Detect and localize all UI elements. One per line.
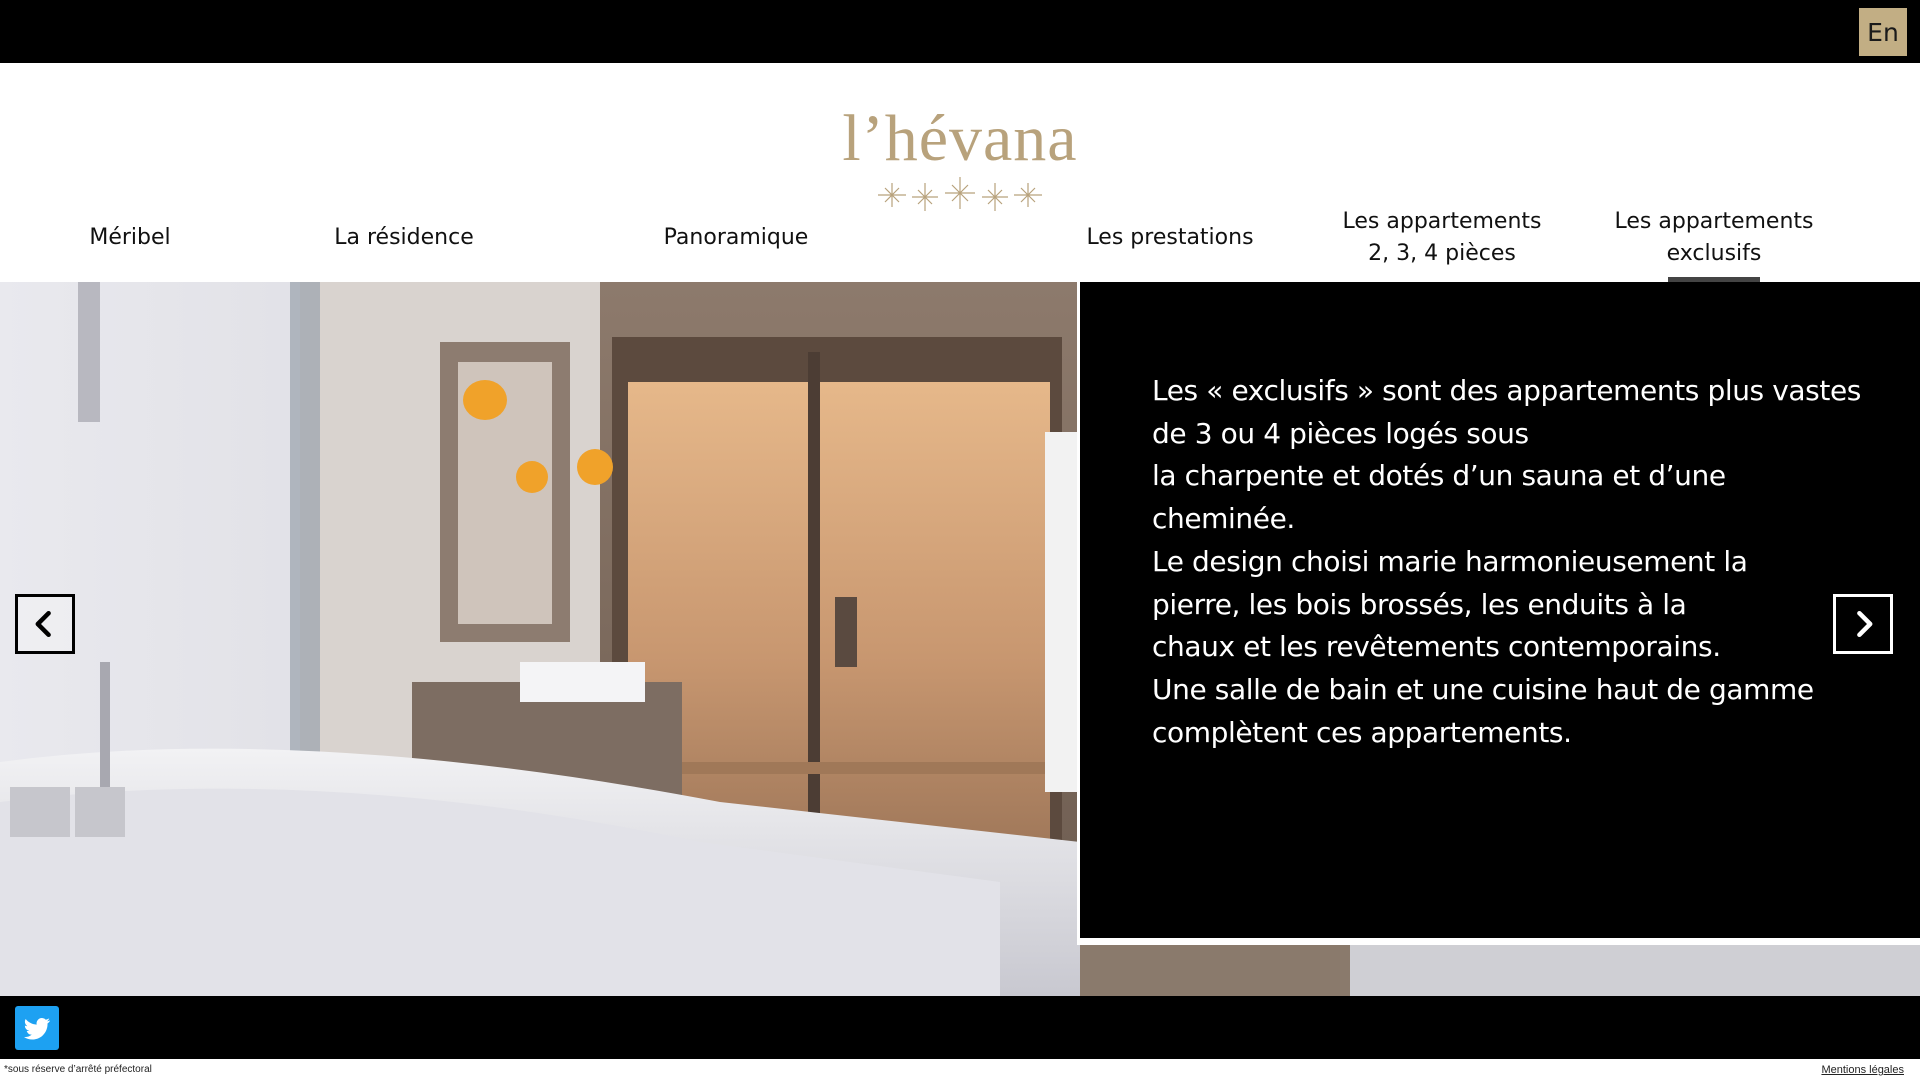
logo[interactable]: l’hévana <box>840 103 1080 215</box>
logo-wordmark: l’hévana <box>842 102 1078 175</box>
nav-item-appartements-2-3-4[interactable]: Les appartements 2, 3, 4 pièces <box>1340 206 1544 270</box>
previous-slide-button[interactable] <box>15 594 75 654</box>
image-slider: Les « exclusifs » sont des appartements … <box>0 282 1920 996</box>
twitter-link[interactable] <box>15 1006 59 1050</box>
logo-stars-icon <box>878 177 1042 211</box>
next-slide-button[interactable] <box>1833 594 1893 654</box>
nav-item-les-prestations[interactable]: Les prestations <box>1080 222 1260 254</box>
chevron-left-icon <box>35 610 51 638</box>
site-header: l’hévana Méribel La résidence Panoramiqu… <box>0 63 1920 282</box>
chevron-right-icon <box>1857 610 1873 638</box>
legal-notice-link[interactable]: Mentions légales <box>1821 1064 1904 1076</box>
nav-item-la-residence[interactable]: La résidence <box>320 222 488 254</box>
nav-item-panoramique[interactable]: Panoramique <box>650 222 822 254</box>
nav-item-meribel[interactable]: Méribel <box>60 222 200 254</box>
description-panel: Les « exclusifs » sont des appartements … <box>1077 282 1920 945</box>
disclaimer-text: *sous réserve d’arrêté préfectoral <box>4 1064 152 1075</box>
nav-item-appartements-exclusifs[interactable]: Les appartements exclusifs <box>1612 206 1816 282</box>
language-switch-button[interactable]: En <box>1859 8 1907 56</box>
description-text: Les « exclusifs » sont des appartements … <box>1152 374 1861 749</box>
top-bar: En <box>0 0 1920 63</box>
bottom-strip: *sous réserve d’arrêté préfectoral Menti… <box>0 1059 1920 1080</box>
site-footer <box>0 996 1920 1059</box>
twitter-icon <box>24 1018 50 1040</box>
